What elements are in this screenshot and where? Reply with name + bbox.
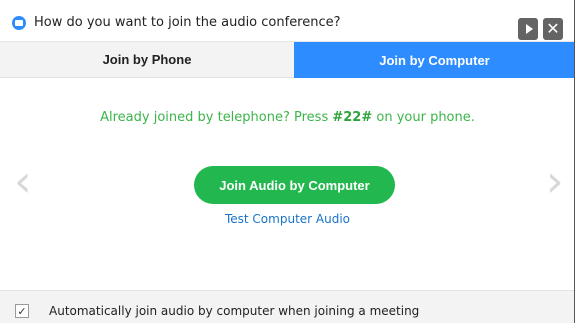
- auto-join-checkbox[interactable]: ✓: [15, 304, 29, 318]
- join-audio-by-computer-button[interactable]: Join Audio by Computer: [194, 166, 395, 204]
- auto-join-label[interactable]: Automatically join audio by computer whe…: [49, 304, 419, 318]
- window-title: How do you want to join the audio confer…: [34, 15, 341, 30]
- close-icon: ✕: [546, 19, 560, 38]
- notice-code: #22#: [332, 110, 373, 125]
- tab-join-by-phone[interactable]: Join by Phone: [0, 42, 294, 78]
- audio-tabs: Join by Phone Join by Computer: [0, 42, 575, 78]
- phone-join-notice: Already joined by telephone? Press #22# …: [0, 110, 575, 125]
- chevron-left-icon[interactable]: ‹: [14, 160, 32, 204]
- title-bar: How do you want to join the audio confer…: [0, 0, 575, 42]
- tab-join-by-computer[interactable]: Join by Computer: [294, 42, 575, 78]
- close-button[interactable]: ✕: [543, 18, 563, 40]
- notice-suffix: on your phone.: [372, 110, 475, 125]
- play-icon: [525, 24, 533, 34]
- chevron-right-icon[interactable]: ›: [546, 160, 564, 204]
- audio-join-dialog: How do you want to join the audio confer…: [0, 0, 575, 323]
- zoom-camera-icon: [12, 16, 26, 30]
- footer-bar: ✓ Automatically join audio by computer w…: [0, 290, 575, 323]
- checkmark-icon: ✓: [17, 304, 27, 318]
- notice-prefix: Already joined by telephone? Press: [100, 110, 333, 125]
- play-button[interactable]: [518, 18, 538, 40]
- test-computer-audio-link[interactable]: Test Computer Audio: [0, 212, 575, 226]
